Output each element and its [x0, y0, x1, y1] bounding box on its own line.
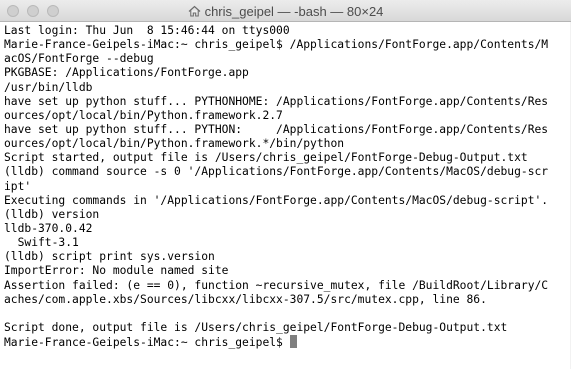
terminal-line: PKGBASE: /Applications/FontForge.app [4, 66, 249, 80]
terminal-line: ources/opt/local/bin/Python.framework.*/… [4, 137, 345, 151]
terminal-line: acOS/FontForge --debug [4, 52, 154, 66]
window-title: chris_geipel — -bash — 80×24 [204, 3, 384, 19]
terminal-line: ources/opt/local/bin/Python.framework.2.… [4, 108, 283, 122]
window-title-container: chris_geipel — -bash — 80×24 [0, 0, 571, 22]
terminal-line: (lldb) script print sys.version [4, 250, 215, 264]
terminal-line: Swift-3.1 [4, 236, 79, 250]
text-cursor [289, 335, 297, 349]
terminal-line: ipt' [4, 179, 32, 193]
home-icon [188, 5, 201, 17]
terminal-line: Assertion failed: (e == 0), function ~re… [4, 278, 549, 292]
prompt-text: Marie-France-Geipels-iMac:~ chris_geipel… [4, 336, 290, 350]
terminal-line: Script done, output file is /Users/chris… [4, 320, 508, 334]
terminal-line: have set up python stuff... PYTHONHOME: … [4, 94, 549, 108]
terminal-line: ImportError: No module named site [4, 264, 229, 278]
prompt-line: Marie-France-Geipels-iMac:~ chris_geipel… [4, 335, 571, 349]
terminal-line: (lldb) command source -s 0 '/Application… [4, 165, 549, 179]
terminal-line: Executing commands in '/Applications/Fon… [4, 193, 549, 207]
terminal-line: Marie-France-Geipels-iMac:~ chris_geipel… [4, 38, 549, 52]
title-bar[interactable]: chris_geipel — -bash — 80×24 [0, 0, 571, 22]
terminal-line: Last login: Thu Jun 8 15:46:44 on ttys00… [4, 24, 290, 37]
terminal-line: /usr/bin/lldb [4, 80, 93, 94]
terminal-line: lldb-370.0.42 [4, 221, 93, 235]
terminal-line: (lldb) version [4, 207, 100, 221]
terminal-line: Script started, output file is /Users/ch… [4, 151, 528, 165]
terminal-window: chris_geipel — -bash — 80×24 Last login:… [0, 0, 571, 369]
terminal-line: aches/com.apple.xbs/Sources/libcxx/libcx… [4, 292, 487, 306]
terminal-output[interactable]: Last login: Thu Jun 8 15:46:44 on ttys00… [0, 22, 571, 369]
terminal-line: have set up python stuff... PYTHON: /App… [4, 122, 549, 136]
